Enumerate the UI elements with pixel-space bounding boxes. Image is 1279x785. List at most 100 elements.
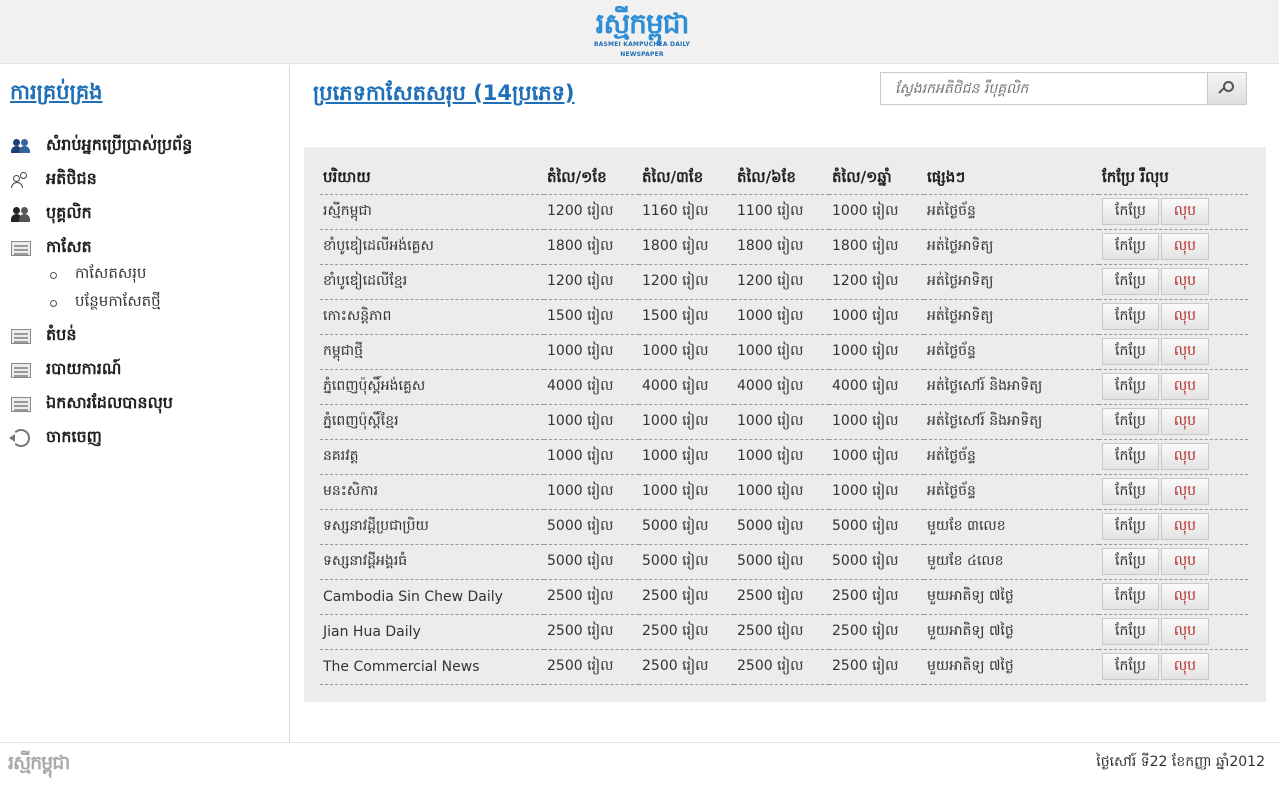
edit-button[interactable]: កែប្រែ <box>1102 443 1159 470</box>
search-input[interactable] <box>880 72 1208 105</box>
table-row: ទស្សនាវដ្តីប្រជាប្រិយ 5000 រៀល 5000 រៀល 500… <box>320 509 1248 545</box>
newspaper-table: បរិយាយ តំលៃ/១ខែ តំលៃ/៣ខែ តំលៃ/៦ខែ តំលៃ/១… <box>320 163 1248 685</box>
cell-price-1-year: 4000 រៀល <box>829 369 924 405</box>
cell-description: កម្ពុជាថ្មី <box>320 334 544 370</box>
delete-button[interactable]: លុប <box>1160 373 1210 400</box>
cell-description: Cambodia Sin Chew Daily <box>320 579 544 615</box>
edit-button[interactable]: កែប្រែ <box>1102 583 1159 610</box>
edit-button[interactable]: កែប្រែ <box>1102 373 1159 400</box>
edit-button[interactable]: កែប្រែ <box>1102 338 1159 365</box>
cell-price-3-months: 1200 រៀល <box>639 264 734 300</box>
sidebar-item-label: អតិថិជន <box>46 169 97 188</box>
sidebar-title-link[interactable]: ការគ្រប់គ្រង <box>10 79 103 110</box>
cell-other: មួយអាតិទ្យ ៧ថ្ងៃ <box>924 614 1099 650</box>
edit-button[interactable]: កែប្រែ <box>1102 653 1159 680</box>
cell-price-3-months: 2500 រៀល <box>639 614 734 650</box>
cell-price-1-year: 2500 រៀល <box>829 649 924 685</box>
delete-button[interactable]: លុប <box>1160 443 1210 470</box>
table-row: មនះសិការ 1000 រៀល 1000 រៀល 1000 រៀល 1000 រៀល… <box>320 474 1248 510</box>
delete-button[interactable]: លុប <box>1160 478 1210 505</box>
edit-button[interactable]: កែប្រែ <box>1102 618 1159 645</box>
cell-price-1-month: 1500 រៀល <box>544 299 639 335</box>
sidebar-item-newspapers[interactable]: កាសែត <box>10 231 280 265</box>
cell-price-6-months: 1000 រៀល <box>734 474 829 510</box>
table-row: កោះសន្តិភាព 1500 រៀល 1500 រៀល 1000 រៀល 1000 … <box>320 299 1248 335</box>
delete-button[interactable]: លុប <box>1160 583 1210 610</box>
delete-button[interactable]: លុប <box>1160 548 1210 575</box>
sidebar-item-customers[interactable]: អតិថិជន <box>10 163 280 197</box>
cell-description: ទស្សនាវដ្តីអង្គរធំ <box>320 544 544 580</box>
cell-price-6-months: 5000 រៀល <box>734 509 829 545</box>
edit-button[interactable]: កែប្រែ <box>1102 513 1159 540</box>
table-header-row: បរិយាយ តំលៃ/១ខែ តំលៃ/៣ខែ តំលៃ/៦ខែ តំលៃ/១… <box>320 163 1248 195</box>
edit-button[interactable]: កែប្រែ <box>1102 478 1159 505</box>
sidebar-subitem-add-newspaper[interactable]: បន្ថែមកាសែតថ្មី <box>50 289 280 317</box>
edit-button[interactable]: កែប្រែ <box>1102 408 1159 435</box>
page-title[interactable]: ប្រភេទកាសែតសរុប (14ប្រភេទ) <box>313 80 575 111</box>
delete-button[interactable]: លុប <box>1160 198 1210 225</box>
cell-price-1-month: 1000 រៀល <box>544 439 639 475</box>
cell-price-6-months: 5000 រៀល <box>734 544 829 580</box>
search-button[interactable] <box>1207 72 1247 105</box>
cell-price-3-months: 1500 រៀល <box>639 299 734 335</box>
edit-button[interactable]: កែប្រែ <box>1102 303 1159 330</box>
document-icon <box>10 361 32 379</box>
col-header-price-3-months: តំលៃ/៣ខែ <box>639 163 734 195</box>
logout-icon <box>9 429 32 447</box>
delete-button[interactable]: លុប <box>1160 408 1210 435</box>
site-logo[interactable]: រស្មីកម្ពុជា BASMEI KAMPUCHEA DAILY NEWS… <box>578 8 706 60</box>
cell-price-6-months: 1000 រៀល <box>734 334 829 370</box>
cell-description: មនះសិការ <box>320 474 544 510</box>
cell-price-1-year: 1000 រៀល <box>829 194 924 230</box>
delete-button[interactable]: លុប <box>1160 303 1210 330</box>
cell-other: មួយអាតិទ្យ ៧ថ្ងៃ <box>924 579 1099 615</box>
cell-price-3-months: 1000 រៀល <box>639 404 734 440</box>
cell-description: កោះសន្តិភាព <box>320 299 544 335</box>
cell-description: ទស្សនាវដ្តីប្រជាប្រិយ <box>320 509 544 545</box>
sidebar-item-regions[interactable]: តំបន់ <box>10 319 280 353</box>
delete-button[interactable]: លុប <box>1160 233 1210 260</box>
cell-other: អត់ថ្ងៃអាទិត្យ <box>924 229 1099 265</box>
cell-other: អត់ថ្ងៃសៅរ៍ និងអាទិត្យ <box>924 404 1099 440</box>
edit-button[interactable]: កែប្រែ <box>1102 268 1159 295</box>
cell-other: អត់ថ្ងៃច័ន្ទ <box>924 334 1099 370</box>
sidebar-item-label: កាសែត <box>46 237 92 256</box>
sidebar-item-reports[interactable]: របាយការណ៍ <box>10 353 280 387</box>
cell-actions: កែប្រែ លុប <box>1099 369 1248 405</box>
cell-actions: កែប្រែ លុប <box>1099 579 1248 615</box>
cell-price-1-month: 2500 រៀល <box>544 579 639 615</box>
cell-price-6-months: 4000 រៀល <box>734 369 829 405</box>
cell-price-6-months: 2500 រៀល <box>734 614 829 650</box>
sidebar-item-staff[interactable]: បុគ្គលិក <box>10 197 280 231</box>
cell-actions: កែប្រែ លុប <box>1099 474 1248 510</box>
edit-button[interactable]: កែប្រែ <box>1102 198 1159 225</box>
edit-button[interactable]: កែប្រែ <box>1102 548 1159 575</box>
table-row: ភ្នំពេញប៉ុស្តិ៍ខ្មែរ 1000 រៀល 1000 រៀល 1000… <box>320 404 1248 440</box>
cell-other: មួយអាតិទ្យ ៧ថ្ងៃ <box>924 649 1099 685</box>
sidebar-item-system-users[interactable]: សំរាប់អ្នកប្រើប្រាស់ប្រព័ន្ធ <box>10 129 280 163</box>
delete-button[interactable]: លុប <box>1160 653 1210 680</box>
cell-price-1-month: 5000 រៀល <box>544 544 639 580</box>
logo-subtext: BASMEI KAMPUCHEA DAILY NEWSPAPER <box>593 41 691 58</box>
cell-actions: កែប្រែ លុប <box>1099 649 1248 685</box>
cell-price-1-month: 1800 រៀល <box>544 229 639 265</box>
sidebar-subitem-all-newspapers[interactable]: កាសែតសរុប <box>50 261 280 289</box>
delete-button[interactable]: លុប <box>1160 513 1210 540</box>
cell-price-3-months: 1000 រៀល <box>639 474 734 510</box>
cell-other: មួយខែ ៤លេខ <box>924 544 1099 580</box>
delete-button[interactable]: លុប <box>1160 618 1210 645</box>
cell-price-3-months: 4000 រៀល <box>639 369 734 405</box>
sidebar-item-deleted-documents[interactable]: ឯកសារដែលបានលុប <box>10 387 280 421</box>
delete-button[interactable]: លុប <box>1160 338 1210 365</box>
sidebar-item-logout[interactable]: ចាកចេញ <box>9 421 280 455</box>
footer-logo[interactable]: រស្មីកម្ពុជា <box>8 751 70 779</box>
col-header-price-6-months: តំលៃ/៦ខែ <box>734 163 829 195</box>
cell-price-1-year: 5000 រៀល <box>829 509 924 545</box>
table-row: ភ្នំពេញប៉ុស្តិ៍អង់គ្លេស 4000 រៀល 4000 រៀល 4… <box>320 369 1248 405</box>
edit-button[interactable]: កែប្រែ <box>1102 233 1159 260</box>
cell-price-3-months: 2500 រៀល <box>639 649 734 685</box>
cell-price-1-year: 5000 រៀល <box>829 544 924 580</box>
cell-actions: កែប្រែ លុប <box>1099 334 1248 370</box>
delete-button[interactable]: លុប <box>1160 268 1210 295</box>
cell-description: The Commercial News <box>320 649 544 685</box>
